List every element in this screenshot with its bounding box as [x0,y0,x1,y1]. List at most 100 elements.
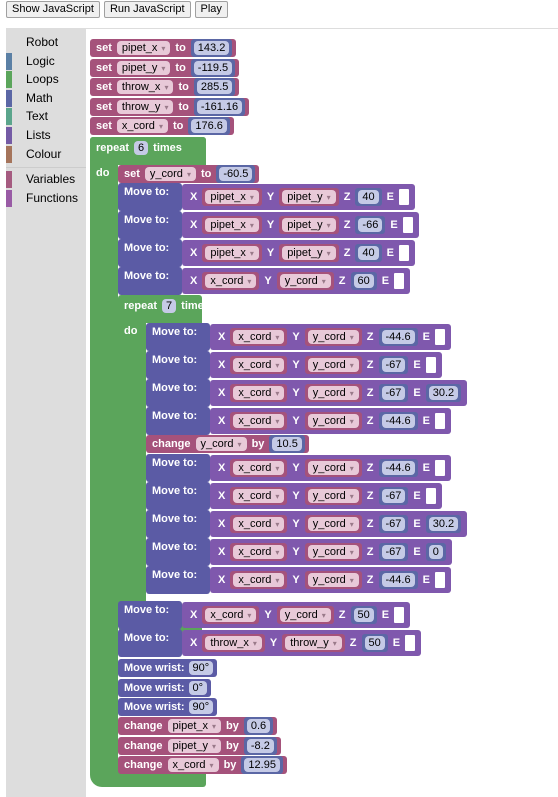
variable-dropdown[interactable]: x_cord ▾ [233,489,285,503]
variable-dropdown[interactable]: x_cord ▾ [167,758,219,772]
variable-dropdown[interactable]: pipet_y ▾ [282,246,336,260]
variable-dropdown[interactable]: y_cord ▾ [307,573,359,587]
number-field[interactable]: -67 [381,489,406,503]
number-field[interactable]: -67 [381,386,406,400]
move-to-block[interactable]: Move to: [146,482,210,510]
variable-dropdown[interactable]: pipet_x ▾ [116,41,171,55]
variable-dropdown[interactable]: x_cord ▾ [233,461,285,475]
change-variable-block[interactable]: change pipet_y ▾ by -8.2 [118,736,281,755]
number-block[interactable]: -67 [378,487,409,505]
move-to-block[interactable]: Move to: [146,566,210,594]
variable-getter-block[interactable]: pipet_y ▾ [279,188,339,206]
number-field[interactable]: -67 [381,517,406,531]
number-field[interactable]: -44.6 [381,461,415,475]
variable-getter-block[interactable]: pipet_y ▾ [279,216,339,234]
number-block[interactable]: 12.95 [241,756,283,774]
number-block[interactable]: -44.6 [378,412,418,430]
number-field[interactable]: -8.2 [246,738,274,753]
play-button[interactable]: Play [194,1,228,18]
move-to-block[interactable]: Move to: [118,239,182,267]
variable-getter-block[interactable]: x_cord ▾ [230,487,288,505]
move-to-block[interactable]: Move to: [118,183,182,211]
number-block[interactable]: -67 [378,356,409,374]
variable-getter-block[interactable]: x_cord ▾ [202,606,260,624]
variable-dropdown[interactable]: throw_x ▾ [116,80,174,94]
number-field[interactable]: -67 [381,545,406,559]
number-block[interactable]: -60.5 [216,165,256,183]
number-field[interactable]: 50 [364,636,385,650]
variable-getter-block[interactable]: x_cord ▾ [230,328,288,346]
wrist-angle-field[interactable]: 90° [188,661,214,675]
move-wrist-block[interactable]: Move wrist: 90° [118,698,218,716]
toolbox-category-math[interactable]: Math [6,89,86,108]
variable-dropdown[interactable]: x_cord ▾ [116,119,168,133]
variable-getter-block[interactable]: y_cord ▾ [304,328,362,346]
move-to-block[interactable]: Move to: [146,351,210,379]
number-field[interactable]: -44.6 [381,414,415,428]
variable-dropdown[interactable]: pipet_x ▾ [205,246,259,260]
number-field[interactable]: 143.2 [193,41,230,55]
number-block[interactable]: 50 [350,606,377,624]
number-field[interactable]: 30.2 [428,517,459,531]
variable-getter-block[interactable]: y_cord ▾ [304,356,362,374]
number-field[interactable]: 0.6 [246,719,271,733]
empty-input-slot[interactable] [402,217,413,233]
move-to-block[interactable]: Move to: [118,267,182,295]
move-to-block[interactable]: Move to: [118,629,182,657]
variable-getter-block[interactable]: y_cord ▾ [304,384,362,402]
empty-input-slot[interactable] [434,572,445,588]
number-field[interactable]: -66 [358,218,383,232]
variable-getter-block[interactable]: throw_x ▾ [202,634,265,652]
variable-dropdown[interactable]: x_cord ▾ [233,358,285,372]
set-variable-block[interactable]: set pipet_y ▾ to -119.5 [90,58,240,77]
variable-getter-block[interactable]: pipet_y ▾ [279,244,339,262]
toolbox-category-text[interactable]: Text [6,107,86,126]
variable-dropdown[interactable]: y_cord ▾ [307,386,359,400]
variable-dropdown[interactable]: throw_x ▾ [205,636,262,650]
empty-input-slot[interactable] [434,460,445,476]
number-field[interactable]: 50 [353,608,374,622]
number-block[interactable]: 285.5 [193,78,236,96]
number-field[interactable]: 60 [353,274,374,288]
variable-dropdown[interactable]: y_cord ▾ [307,358,359,372]
variable-getter-block[interactable]: y_cord ▾ [304,571,362,589]
number-field[interactable]: -161.16 [196,99,243,114]
number-block[interactable]: 40 [355,244,382,262]
variable-dropdown[interactable]: pipet_y ▾ [116,60,171,75]
number-field[interactable]: 285.5 [196,80,233,94]
variable-dropdown[interactable]: x_cord ▾ [233,545,285,559]
move-to-block[interactable]: Move to: [146,407,210,435]
number-block[interactable]: 30.2 [425,384,462,402]
variable-getter-block[interactable]: y_cord ▾ [304,543,362,561]
number-block[interactable]: -119.5 [190,58,236,77]
number-block[interactable]: 30.2 [425,515,462,533]
empty-input-slot[interactable] [425,488,436,504]
number-field[interactable]: -67 [381,358,406,372]
variable-getter-block[interactable]: pipet_x ▾ [202,216,262,234]
variable-dropdown[interactable]: x_cord ▾ [233,386,285,400]
number-block[interactable]: -161.16 [193,97,246,116]
variable-getter-block[interactable]: x_cord ▾ [230,356,288,374]
variable-getter-block[interactable]: y_cord ▾ [276,272,334,290]
variable-dropdown[interactable]: y_cord ▾ [307,489,359,503]
empty-input-slot[interactable] [425,357,436,373]
variable-dropdown[interactable]: y_cord ▾ [307,330,359,344]
number-field[interactable]: 40 [358,190,379,204]
run-javascript-button[interactable]: Run JavaScript [103,1,191,18]
toolbox-category-variables[interactable]: Variables [6,170,86,189]
number-block[interactable]: 60 [350,272,377,290]
number-field[interactable]: 0 [428,545,443,559]
number-block[interactable]: -44.6 [378,459,418,477]
number-field[interactable]: 40 [358,246,379,260]
variable-getter-block[interactable]: pipet_x ▾ [202,244,262,262]
variable-dropdown[interactable]: pipet_y ▾ [282,190,336,204]
set-variable-block[interactable]: set throw_y ▾ to -161.16 [90,97,250,116]
toolbox-category-lists[interactable]: Lists [6,126,86,145]
change-variable-block[interactable]: change x_cord ▾ by 12.95 [118,756,287,774]
variable-getter-block[interactable]: y_cord ▾ [304,459,362,477]
number-field[interactable]: 30.2 [428,386,459,400]
number-field[interactable]: -60.5 [219,167,253,181]
empty-input-slot[interactable] [434,413,445,429]
variable-getter-block[interactable]: y_cord ▾ [304,515,362,533]
number-block[interactable]: -67 [378,515,409,533]
